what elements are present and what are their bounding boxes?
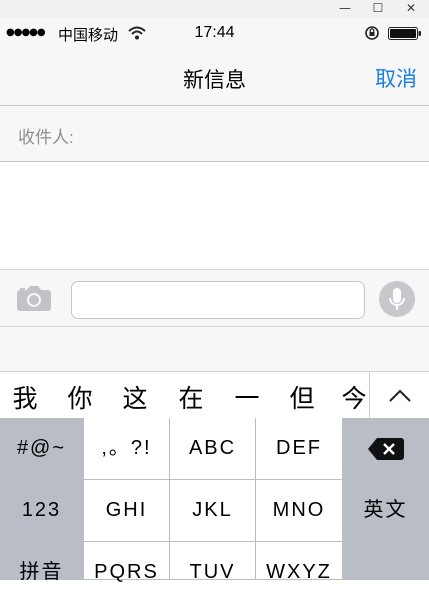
recipient-label: 收件人: [18, 128, 74, 147]
key-123[interactable]: 123 [0, 480, 84, 542]
key-def[interactable]: DEF [256, 418, 343, 480]
compose-bar [0, 269, 429, 327]
microphone-button[interactable] [379, 281, 415, 317]
minimize-icon[interactable]: — [331, 0, 359, 18]
key-english[interactable]: 英文 [343, 480, 429, 542]
keyboard: #@~ ,。?! ABC DEF 123 GHI JKL MNO 英文 拼音 P… [0, 418, 429, 583]
key-ghi[interactable]: GHI [84, 480, 170, 542]
window-titlebar: — ☐ ✕ [0, 0, 429, 18]
candidate-word[interactable]: 这 [115, 379, 155, 415]
delete-key[interactable] [343, 418, 429, 480]
key-empty[interactable] [343, 542, 429, 580]
status-bar: ●●●●● 中国移动 17:44 [0, 18, 429, 48]
maximize-icon[interactable]: ☐ [364, 0, 392, 18]
compose-spacer [0, 327, 429, 371]
backspace-icon [368, 438, 404, 460]
key-mno[interactable]: MNO [256, 480, 343, 542]
key-symbols[interactable]: #@~ [0, 418, 84, 480]
candidate-word[interactable]: 你 [60, 379, 100, 415]
cancel-button[interactable]: 取消 [375, 63, 417, 93]
chevron-up-icon [389, 389, 411, 402]
candidate-word[interactable]: 但 [282, 379, 322, 415]
ime-candidate-bar: 我 你 这 在 一 但 今 [0, 371, 429, 419]
microphone-icon [389, 288, 405, 310]
candidate-word[interactable]: 今 [334, 379, 374, 415]
key-punctuation[interactable]: ,。?! [84, 418, 170, 480]
battery-icon [388, 27, 421, 40]
candidate-word[interactable]: 我 [5, 379, 45, 415]
recipient-field[interactable]: 收件人: [0, 106, 429, 162]
candidate-word[interactable]: 在 [171, 379, 211, 415]
candidate-word[interactable]: 一 [227, 379, 267, 415]
key-wxyz[interactable]: WXYZ [256, 542, 343, 583]
key-pqrs[interactable]: PQRS [84, 542, 170, 583]
rotation-lock-icon [365, 26, 379, 40]
message-thread-area [0, 162, 429, 269]
key-tuv[interactable]: TUV [170, 542, 256, 583]
close-icon[interactable]: ✕ [397, 0, 425, 18]
camera-icon[interactable] [16, 284, 52, 312]
expand-candidates-button[interactable] [369, 372, 429, 419]
navigation-bar: 新信息 取消 [0, 48, 429, 106]
key-abc[interactable]: ABC [170, 418, 256, 480]
key-jkl[interactable]: JKL [170, 480, 256, 542]
key-pinyin[interactable]: 拼音 [0, 542, 84, 583]
page-title: 新信息 [183, 69, 246, 92]
message-input[interactable] [71, 281, 365, 319]
